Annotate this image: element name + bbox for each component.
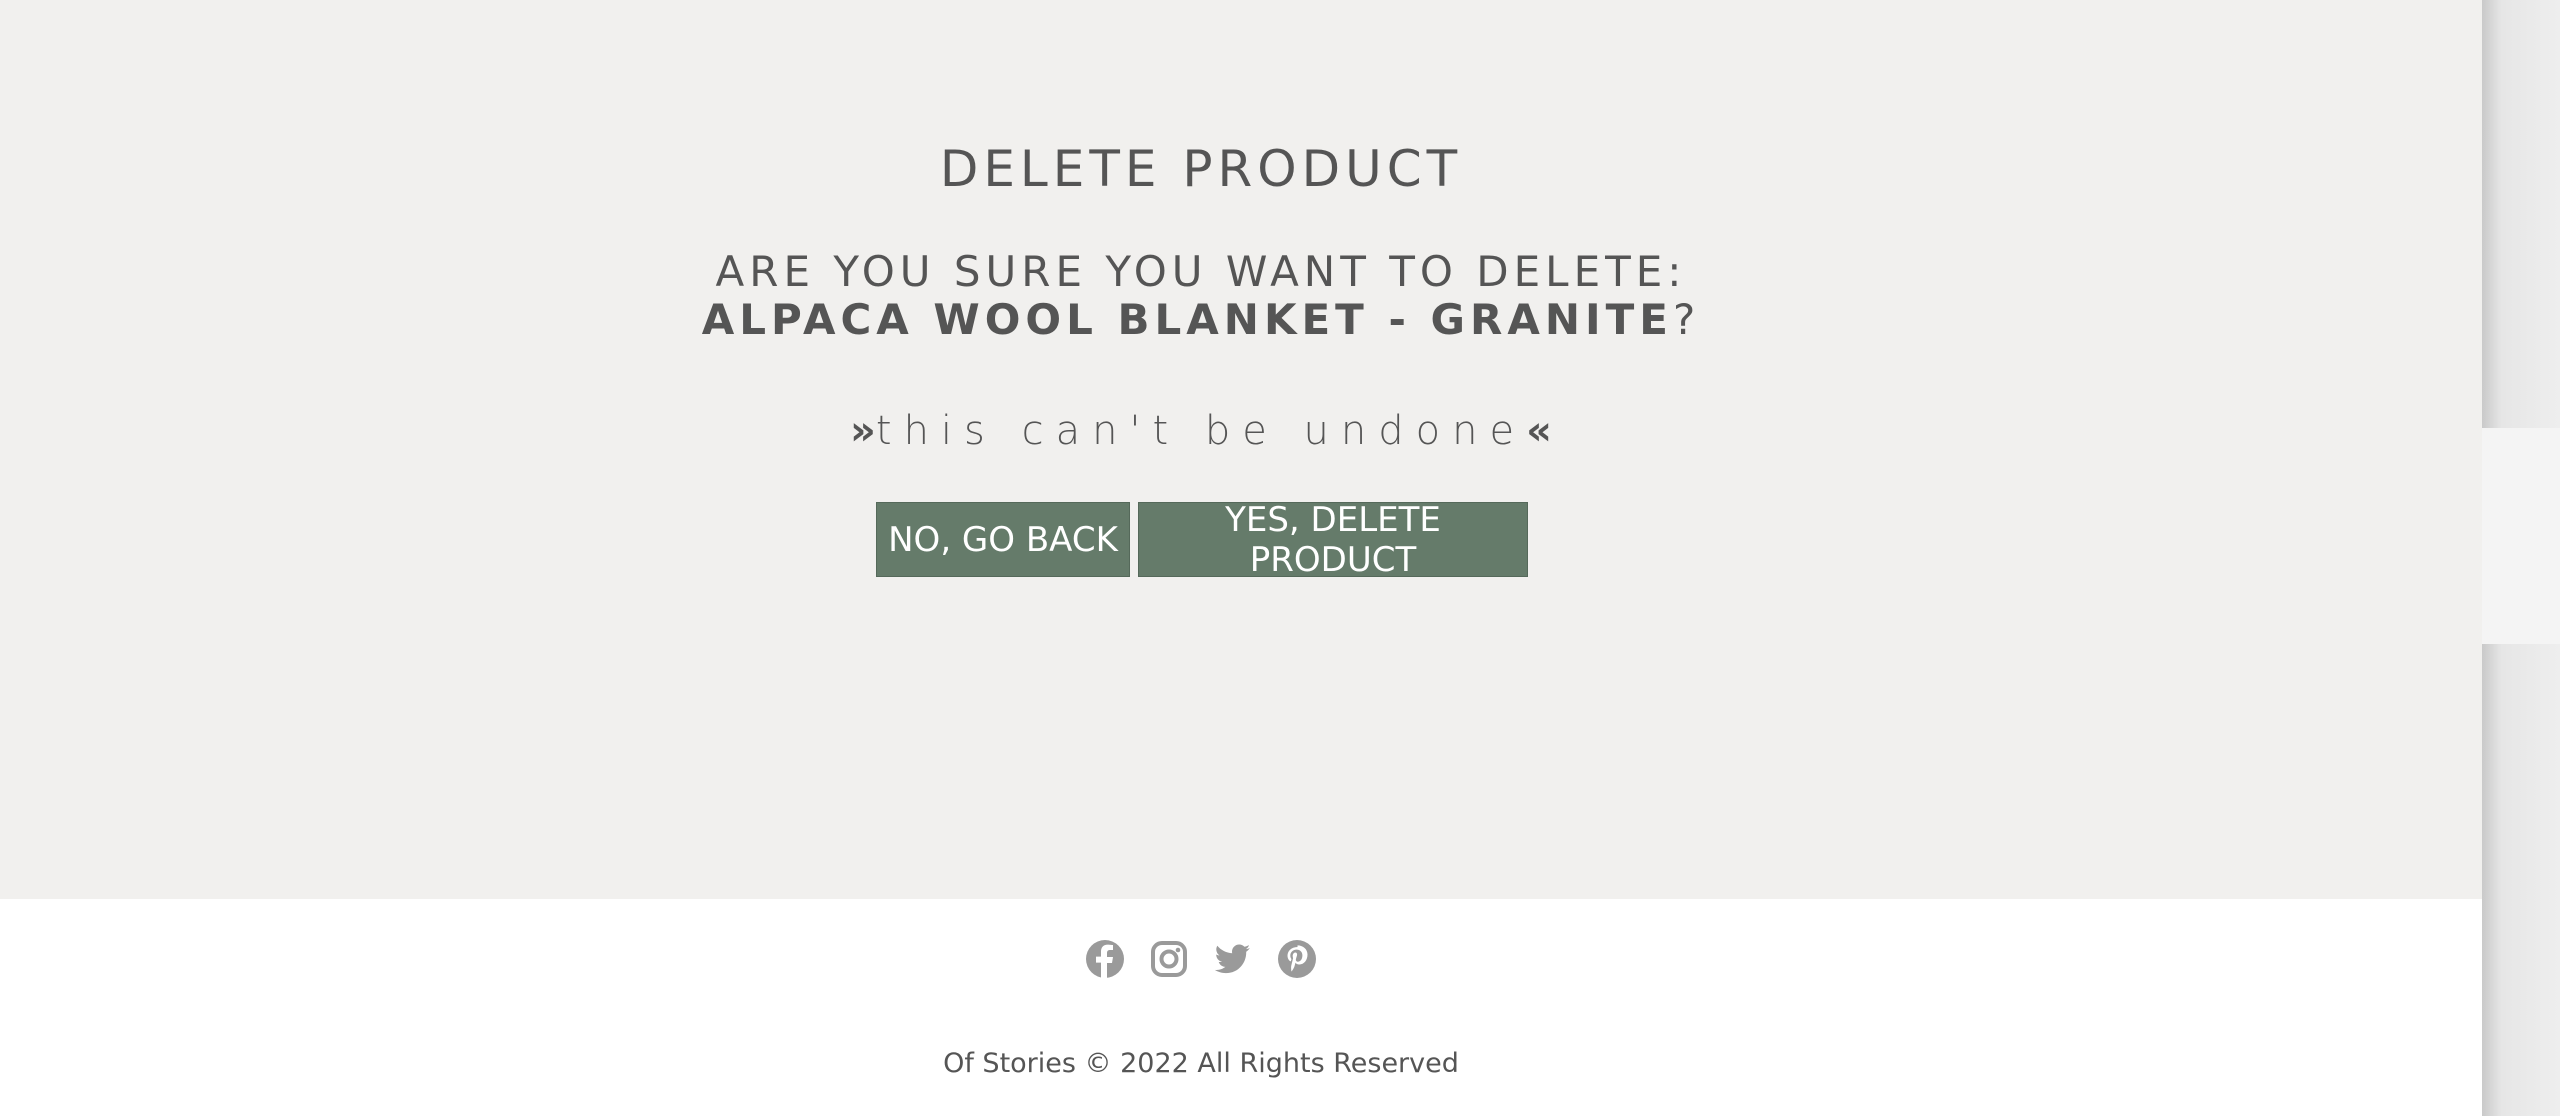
warning-text: this can't be undone	[875, 408, 1527, 454]
product-name: ALPACA WOOL BLANKET - GRANITE	[701, 295, 1673, 344]
social-links	[0, 940, 2402, 978]
side-panel	[2482, 428, 2560, 644]
go-back-button[interactable]: NO, GO BACK	[876, 502, 1130, 577]
page-title: DELETE PRODUCT	[939, 140, 1463, 198]
delete-confirmation: ARE YOU SURE YOU WANT TO DELETE: ALPACA …	[0, 248, 2402, 344]
delete-product-button[interactable]: YES, DELETE PRODUCT	[1138, 500, 1528, 580]
question-text: ARE YOU SURE YOU WANT TO DELETE:	[715, 247, 1687, 296]
pinterest-icon[interactable]	[1278, 940, 1316, 978]
double-chevron-left-icon: «	[1526, 408, 1552, 454]
instagram-icon[interactable]	[1150, 940, 1188, 978]
main-content: DELETE PRODUCT ARE YOU SURE YOU WANT TO …	[0, 0, 2482, 899]
double-chevron-right-icon: »	[850, 408, 876, 454]
product-line: ALPACA WOOL BLANKET - GRANITE?	[0, 296, 2402, 344]
copyright-text: Of Stories © 2022 All Rights Reserved	[943, 1048, 1459, 1079]
page: DELETE PRODUCT ARE YOU SURE YOU WANT TO …	[0, 0, 2482, 1116]
warning-message: »this can't be undone«	[0, 408, 2402, 454]
question-mark: ?	[1672, 295, 1701, 344]
twitter-icon[interactable]	[1214, 940, 1252, 978]
facebook-icon[interactable]	[1086, 940, 1124, 978]
